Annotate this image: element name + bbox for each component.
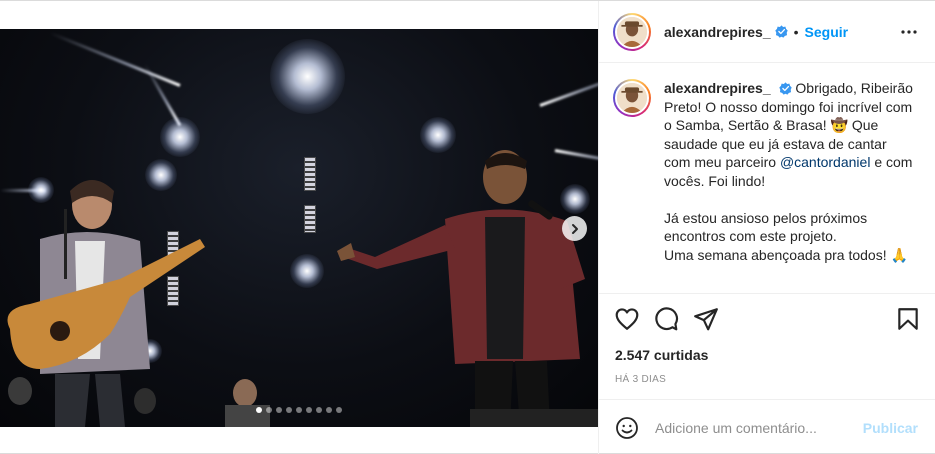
led-panel xyxy=(304,205,316,233)
led-panel xyxy=(304,157,316,191)
next-slide-button[interactable] xyxy=(562,216,587,241)
heart-icon[interactable] xyxy=(614,306,640,332)
follow-button[interactable]: Seguir xyxy=(805,24,849,40)
post-actions xyxy=(599,293,935,345)
post-username[interactable]: alexandrepires_ xyxy=(664,24,771,40)
caption-line2: Já estou ansioso pelos próximos encontro… xyxy=(664,209,868,245)
audience-heads xyxy=(8,377,598,427)
stage-light-beam xyxy=(49,31,181,87)
carousel-dot xyxy=(336,407,342,413)
carousel-dot xyxy=(326,407,332,413)
carousel-dot xyxy=(306,407,312,413)
comment-bar: Publicar xyxy=(599,399,935,454)
stage-light xyxy=(270,39,345,114)
separator-dot: • xyxy=(793,23,799,40)
verified-badge-icon xyxy=(778,82,792,95)
carousel-dot xyxy=(266,407,272,413)
caption-line3: Uma semana abençoada pra todos! 🙏 xyxy=(664,246,908,263)
more-options-icon[interactable] xyxy=(900,23,918,41)
comment-icon[interactable] xyxy=(653,306,679,332)
carousel-indicator xyxy=(0,407,598,413)
share-icon[interactable] xyxy=(693,306,719,332)
emoji-icon[interactable] xyxy=(615,416,639,440)
post-photo[interactable] xyxy=(0,29,598,427)
stage-light xyxy=(290,254,324,288)
post-caption: alexandrepires_ Obrigado, Ribeirão Preto… xyxy=(613,79,923,264)
post-header: alexandrepires_ • Seguir xyxy=(599,1,935,63)
chevron-right-icon xyxy=(571,223,578,234)
carousel-dot xyxy=(296,407,302,413)
carousel-dot xyxy=(286,407,292,413)
carousel-dot xyxy=(276,407,282,413)
post-timestamp[interactable]: HÁ 3 DIAS xyxy=(615,374,666,385)
carousel-dot xyxy=(256,407,262,413)
post-sidebar: alexandrepires_ • Seguir alexandrepires_… xyxy=(598,1,935,454)
likes-count[interactable]: 2.547 curtidas xyxy=(615,347,708,363)
stage-light xyxy=(160,117,200,157)
avatar xyxy=(615,81,649,115)
caption-text: alexandrepires_ Obrigado, Ribeirão Preto… xyxy=(664,79,914,264)
publish-button[interactable]: Publicar xyxy=(863,420,918,436)
comment-input[interactable] xyxy=(655,419,845,436)
stage-light-beam xyxy=(539,63,598,107)
bookmark-icon[interactable] xyxy=(895,306,921,332)
caption-avatar-ring[interactable] xyxy=(613,79,651,117)
caption-mention-link[interactable]: @cantordaniel xyxy=(780,154,871,170)
carousel-dot xyxy=(316,407,322,413)
avatar-story-ring[interactable] xyxy=(613,12,651,51)
instagram-post: alexandrepires_ • Seguir alexandrepires_… xyxy=(0,0,935,454)
avatar xyxy=(615,14,649,49)
caption-username[interactable]: alexandrepires_ xyxy=(664,80,771,96)
verified-badge-icon xyxy=(774,25,788,38)
